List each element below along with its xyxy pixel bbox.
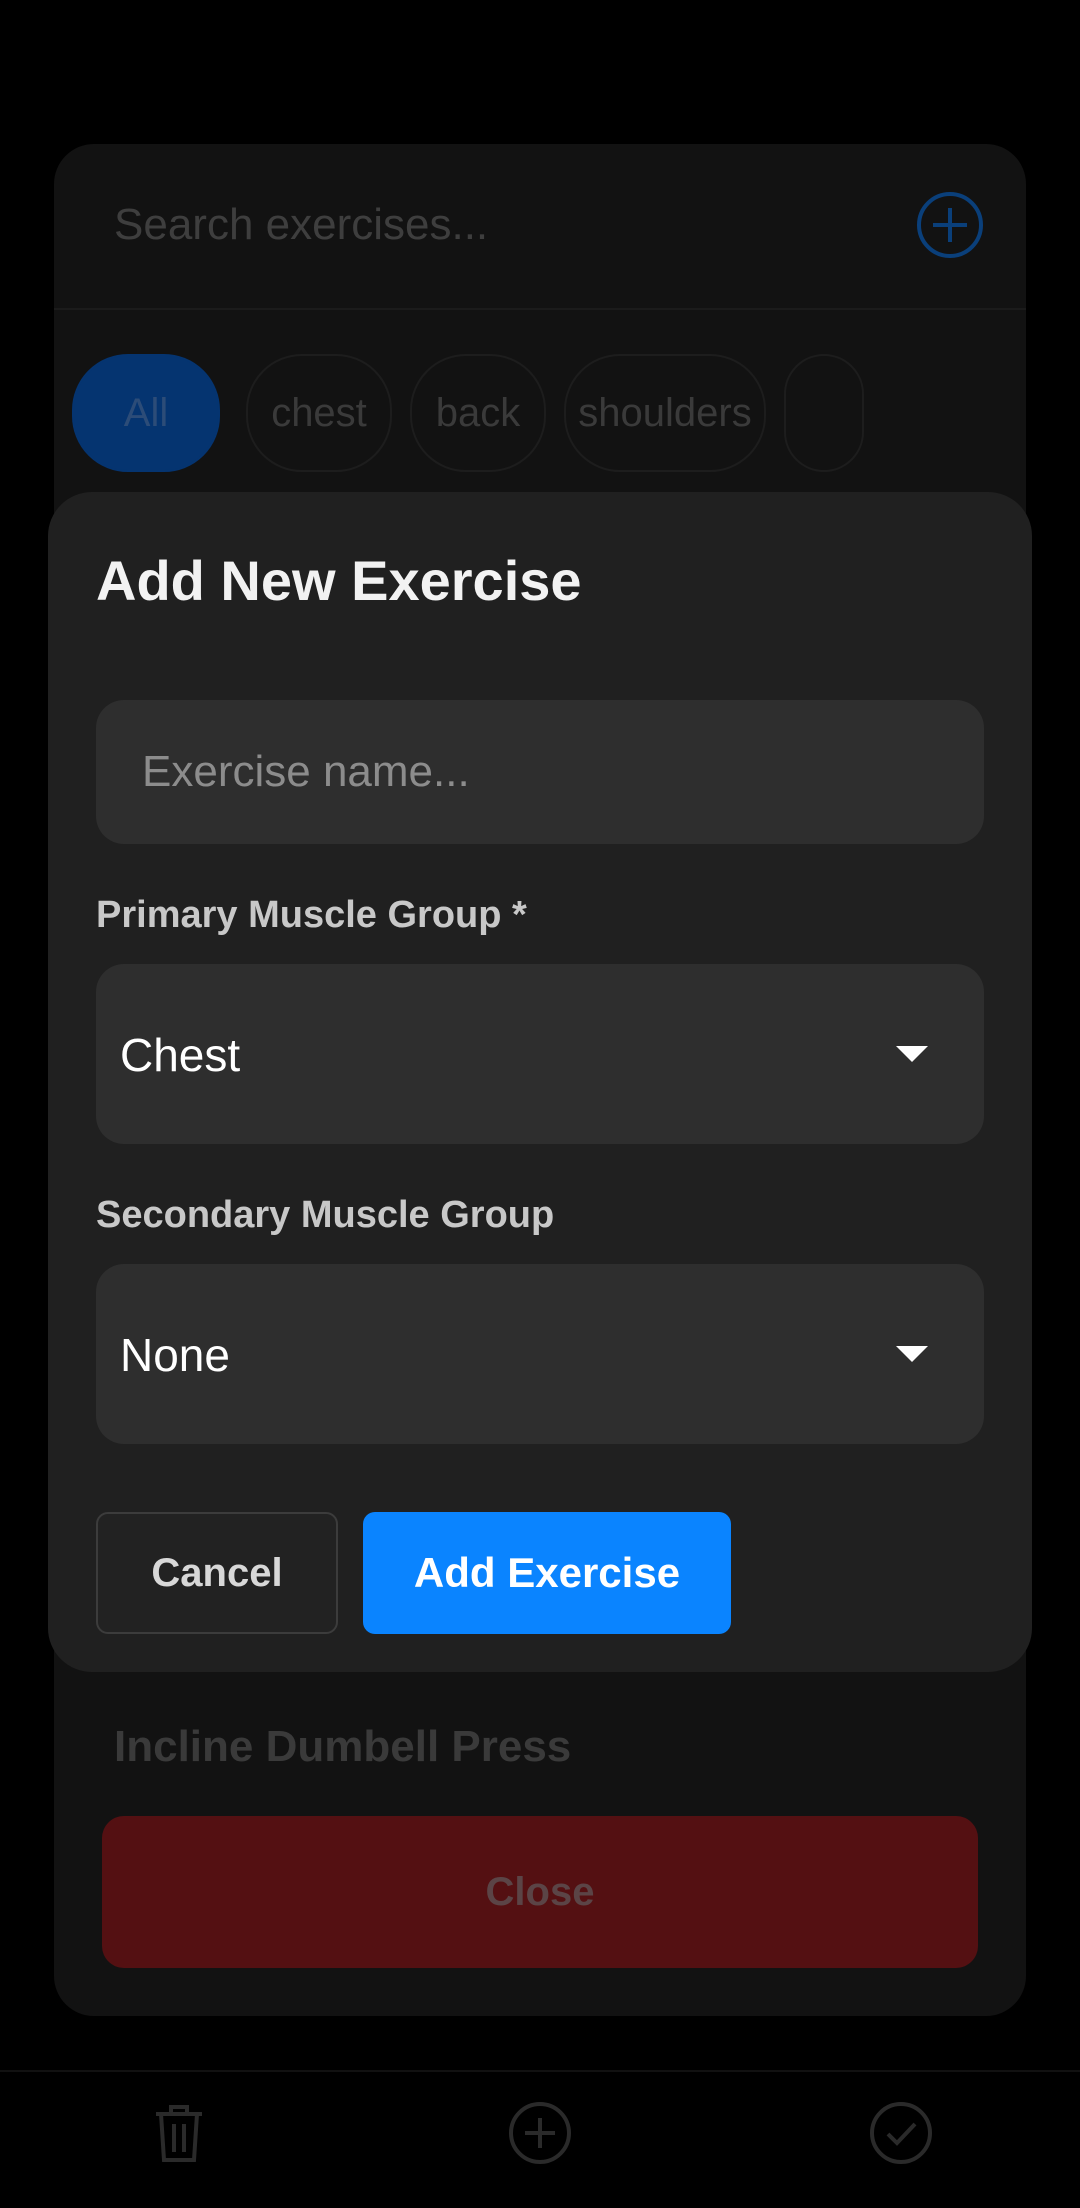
filter-chips: All chest back shoulders [72, 354, 1026, 474]
add-circle-icon[interactable] [915, 190, 985, 260]
secondary-muscle-value: None [120, 1329, 230, 1381]
cancel-button[interactable]: Cancel [96, 1512, 338, 1634]
secondary-muscle-select[interactable]: None [96, 1264, 984, 1444]
primary-muscle-label: Primary Muscle Group * [96, 894, 527, 936]
plus-circle-icon[interactable] [505, 2098, 575, 2168]
primary-muscle-value: Chest [120, 1029, 241, 1081]
chip-more[interactable] [784, 354, 864, 472]
chip-back[interactable]: back [410, 354, 546, 472]
exercise-item-title[interactable]: Incline Dumbell Press [114, 1722, 571, 1772]
chip-all[interactable]: All [72, 354, 220, 472]
check-circle-icon[interactable] [866, 2098, 936, 2168]
close-button[interactable]: Close [102, 1816, 978, 1968]
dropdown-arrow-icon [896, 1046, 928, 1062]
dropdown-arrow-icon [896, 1346, 928, 1362]
add-exercise-dialog: Add New Exercise Primary Muscle Group * … [48, 492, 1032, 1672]
chip-shoulders[interactable]: shoulders [564, 354, 766, 472]
add-exercise-button[interactable]: Add Exercise [363, 1512, 731, 1634]
exercise-name-input[interactable] [96, 700, 984, 844]
dialog-title: Add New Exercise [96, 549, 582, 612]
chip-chest[interactable]: chest [246, 354, 392, 472]
bottom-toolbar [0, 2070, 1080, 2208]
primary-muscle-select[interactable]: Chest [96, 964, 984, 1144]
search-row: Search exercises... [54, 144, 1026, 310]
secondary-muscle-label: Secondary Muscle Group [96, 1194, 555, 1236]
search-input[interactable]: Search exercises... [114, 200, 488, 250]
trash-icon[interactable] [144, 2098, 214, 2168]
